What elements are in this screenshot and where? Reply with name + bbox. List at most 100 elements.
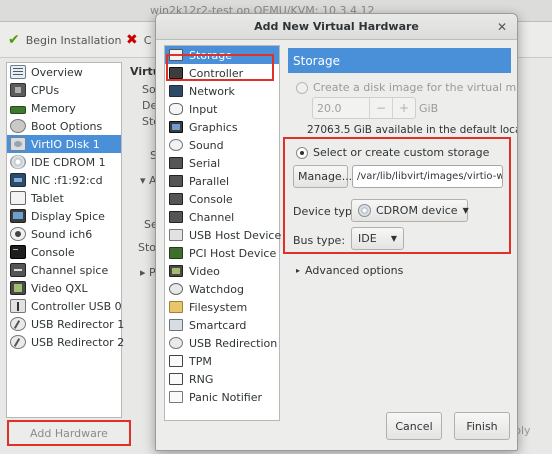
parallel-icon xyxy=(169,175,183,187)
manage-button[interactable]: Manage... xyxy=(293,165,352,188)
hardware-type-label: Storage xyxy=(189,48,233,62)
hardware-item-console[interactable]: Console xyxy=(7,243,121,261)
hardware-type-serial[interactable]: Serial xyxy=(165,154,279,172)
hardware-type-watchdog[interactable]: Watchdog xyxy=(165,280,279,298)
hardware-item-overview[interactable]: Overview xyxy=(7,63,121,81)
hardware-type-parallel[interactable]: Parallel xyxy=(165,172,279,190)
hardware-item-label: Boot Options xyxy=(31,119,103,133)
hardware-item-label: Overview xyxy=(31,65,83,79)
hardware-type-graphics[interactable]: Graphics xyxy=(165,118,279,136)
hardware-type-video[interactable]: Video xyxy=(165,262,279,280)
bus-type-dropdown[interactable]: IDE ▼ xyxy=(351,227,404,250)
hardware-item-label: Console xyxy=(31,245,75,259)
hardware-item-channel[interactable]: Channel spice xyxy=(7,261,121,279)
add-hardware-button[interactable]: Add Hardware xyxy=(8,421,130,445)
hardware-item-label: Controller USB 0 xyxy=(31,299,122,313)
hardware-type-list[interactable]: Storage Controller Network Input Graphic… xyxy=(164,45,281,421)
input-icon xyxy=(169,103,183,115)
disk-icon xyxy=(10,137,26,151)
tablet-icon xyxy=(10,191,26,205)
hardware-type-pci-host-device[interactable]: PCI Host Device xyxy=(165,244,279,262)
expander-triangle-icon: ▸ xyxy=(296,266,301,275)
cancel-installation-button[interactable]: ✖ C xyxy=(126,32,151,48)
hardware-type-label: Serial xyxy=(189,156,221,170)
hardware-item-nic[interactable]: NIC :f1:92:cd xyxy=(7,171,121,189)
hardware-item-usb-redirector-1[interactable]: USB Redirector 1 xyxy=(7,315,124,333)
usb-redirection-icon xyxy=(169,337,183,349)
hardware-item-controller-usb[interactable]: Controller USB 0 xyxy=(7,297,122,315)
device-type-value: CDROM device xyxy=(376,204,458,217)
hardware-item-ide-cdrom[interactable]: IDE CDROM 1 xyxy=(7,153,121,171)
hardware-type-usb-redirection[interactable]: USB Redirection xyxy=(165,334,279,352)
storage-path-input[interactable] xyxy=(352,165,503,188)
advanced-options-expander[interactable]: ▸ Advanced options xyxy=(296,264,403,277)
usb-icon xyxy=(10,299,26,313)
hardware-list[interactable]: Overview CPUs Memory Boot Options VirtIO… xyxy=(6,62,124,418)
begin-installation-label: Begin Installation xyxy=(25,33,122,47)
finish-button[interactable]: Finish xyxy=(454,412,510,440)
hardware-item-memory[interactable]: Memory xyxy=(7,99,121,117)
radio-button[interactable] xyxy=(296,81,308,94)
device-type-dropdown[interactable]: CDROM device ▼ xyxy=(351,199,469,222)
usb-host-icon xyxy=(169,229,183,241)
hardware-item-usb-redirector-2[interactable]: USB Redirector 2 xyxy=(7,333,124,351)
hardware-item-label: Memory xyxy=(31,101,76,115)
smartcard-icon xyxy=(169,319,183,331)
watchdog-icon xyxy=(169,283,183,295)
close-icon[interactable]: ✕ xyxy=(493,18,511,36)
hardware-type-rng[interactable]: RNG xyxy=(165,370,279,388)
hardware-item-virtio-disk[interactable]: VirtIO Disk 1 xyxy=(7,135,121,153)
hardware-item-label: CPUs xyxy=(31,83,60,97)
hardware-type-console[interactable]: Console xyxy=(165,190,279,208)
custom-storage-label: Select or create custom storage xyxy=(313,146,490,159)
decrement-button[interactable]: − xyxy=(369,98,392,118)
hardware-item-label: Display Spice xyxy=(31,209,105,223)
rng-icon xyxy=(169,373,183,385)
hardware-type-label: Watchdog xyxy=(189,282,244,296)
begin-installation-button[interactable]: ✔ Begin Installation xyxy=(8,32,121,48)
hardware-type-channel[interactable]: Channel xyxy=(165,208,279,226)
details-expander[interactable]: ▸ P xyxy=(140,266,156,279)
display-icon xyxy=(10,209,26,223)
hardware-type-label: Smartcard xyxy=(189,318,247,332)
hardware-type-smartcard[interactable]: Smartcard xyxy=(165,316,279,334)
increment-button[interactable]: + xyxy=(392,98,415,118)
disk-size-stepper[interactable]: − + xyxy=(312,97,416,119)
hardware-type-network[interactable]: Network xyxy=(165,82,279,100)
details-label: Sto xyxy=(138,241,157,254)
hardware-type-label: Filesystem xyxy=(189,300,248,314)
hardware-type-label: Controller xyxy=(189,66,244,80)
custom-storage-radio[interactable]: Select or create custom storage xyxy=(296,146,489,159)
bus-type-value: IDE xyxy=(358,232,377,245)
hardware-type-label: Graphics xyxy=(189,120,238,134)
hardware-type-tpm[interactable]: TPM xyxy=(165,352,279,370)
cancel-button[interactable]: Cancel xyxy=(386,412,442,440)
hardware-item-cpus[interactable]: CPUs xyxy=(7,81,121,99)
hardware-type-sound[interactable]: Sound xyxy=(165,136,279,154)
hardware-type-label: Parallel xyxy=(189,174,230,188)
cancel-installation-label: C xyxy=(143,33,152,47)
create-disk-image-radio[interactable]: Create a disk image for the virtual mach… xyxy=(296,81,517,94)
dialog-titlebar: Add New Virtual Hardware ✕ xyxy=(156,14,517,40)
memory-icon xyxy=(10,105,26,114)
hardware-item-video[interactable]: Video QXL xyxy=(7,279,121,297)
disk-size-input[interactable] xyxy=(313,101,369,115)
radio-button[interactable] xyxy=(296,146,308,159)
bus-type-label: Bus type: xyxy=(293,234,346,247)
hardware-item-label: VirtIO Disk 1 xyxy=(31,137,100,151)
hardware-item-display[interactable]: Display Spice xyxy=(7,207,121,225)
cdrom-icon xyxy=(358,204,371,217)
hardware-item-boot-options[interactable]: Boot Options xyxy=(7,117,121,135)
cancel-x-icon: ✖ xyxy=(126,32,138,48)
controller-icon xyxy=(169,67,183,79)
hardware-type-controller[interactable]: Controller xyxy=(165,64,279,82)
hardware-item-label: Video QXL xyxy=(31,281,88,295)
usb-redirector-icon xyxy=(10,335,26,349)
hardware-item-sound[interactable]: Sound ich6 xyxy=(7,225,121,243)
hardware-item-tablet[interactable]: Tablet xyxy=(7,189,121,207)
hardware-type-storage[interactable]: Storage xyxy=(165,46,279,64)
hardware-type-panic-notifier[interactable]: Panic Notifier xyxy=(165,388,279,406)
hardware-type-input[interactable]: Input xyxy=(165,100,279,118)
hardware-type-usb-host-device[interactable]: USB Host Device xyxy=(165,226,281,244)
hardware-type-filesystem[interactable]: Filesystem xyxy=(165,298,279,316)
